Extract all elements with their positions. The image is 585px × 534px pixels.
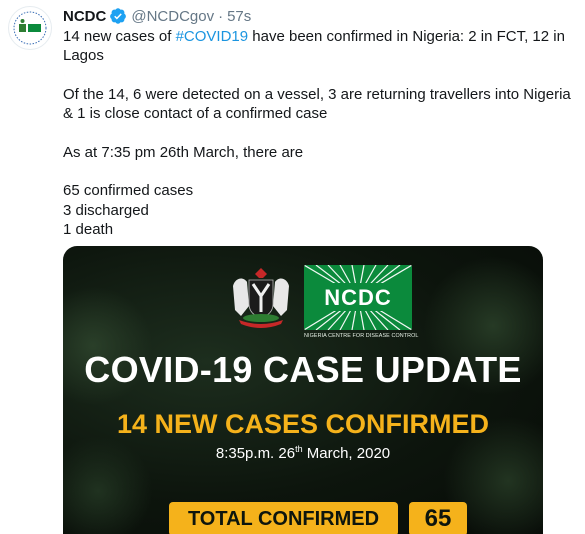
media-headline: COVID-19 CASE UPDATE [84, 349, 522, 390]
nigeria-coat-of-arms-icon [233, 268, 289, 328]
tweet-text: 14 new cases of #COVID19 have been confi… [63, 27, 575, 239]
author-display-name[interactable]: NCDC [63, 8, 106, 25]
media-subhead: 14 NEW CASES CONFIRMED [116, 409, 490, 439]
media-date-part: March, 2020 [302, 445, 391, 462]
tweet-paragraph-2: Of the 14, 6 were detected on a vessel, … [63, 85, 571, 123]
media-date: 8:35p.m. 26th March, 2020 [63, 444, 543, 462]
tweet-stat-confirmed: 65 confirmed cases [63, 182, 194, 200]
header-separator: · [218, 7, 224, 25]
author-avatar[interactable] [8, 6, 52, 50]
tweet-stat-deaths: 1 death [63, 220, 114, 238]
tweet-paragraph-1: 14 new cases of #COVID19 have been confi… [63, 27, 575, 66]
tweet-timestamp[interactable]: 57s [227, 8, 251, 25]
total-confirmed-label: TOTAL CONFIRMED [169, 502, 398, 534]
tweet-header: NCDC @NCDCgov · 57s [63, 6, 251, 26]
tweet-media-image[interactable]: NCDC NIGERIA CENTRE FOR DISEASE CONTROL … [63, 246, 543, 534]
total-confirmed-value: 65 [409, 502, 467, 534]
ncdc-logo: NCDC [304, 265, 412, 330]
tweet-paragraph-3: As at 7:35 pm 26th March, there are [63, 143, 304, 161]
verified-badge-icon [110, 8, 127, 24]
logo-wordmark: NCDC [324, 285, 392, 310]
logo-tagline: NIGERIA CENTRE FOR DISEASE CONTROL [304, 333, 419, 339]
hashtag-link[interactable]: #COVID19 [176, 28, 249, 45]
ncdc-avatar-icon [10, 8, 50, 48]
media-date-part: 8:35p.m. 26 [215, 445, 296, 462]
media-date-sup: th [295, 444, 303, 454]
tweet-text-segment: 14 new cases of [63, 28, 176, 45]
tweet[interactable]: NCDC @NCDCgov · 57s 14 new cases of #COV… [0, 0, 585, 534]
tweet-stat-discharged: 3 discharged [63, 201, 149, 219]
author-handle[interactable]: @NCDCgov [131, 8, 214, 25]
